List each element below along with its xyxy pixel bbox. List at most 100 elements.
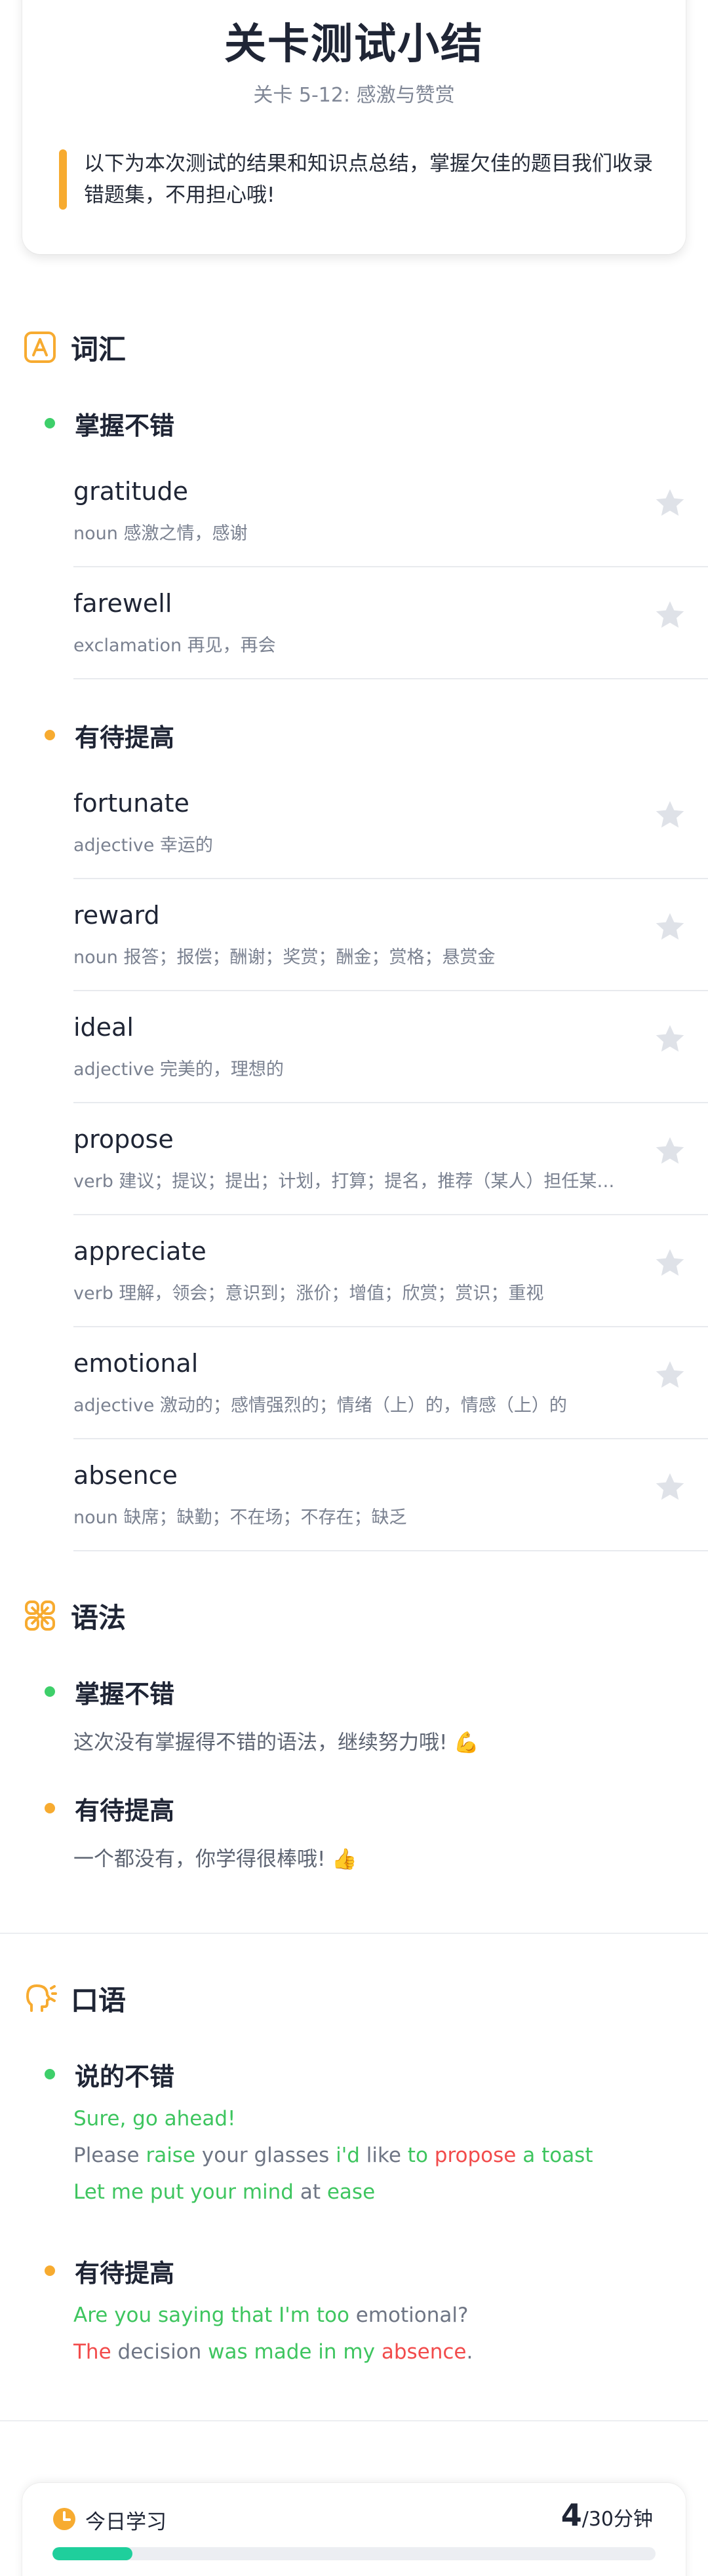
speaking-sentence: The decision was made in my absence. <box>73 2340 473 2364</box>
sentence-segment: at <box>300 2180 327 2204</box>
speaking-good-header: 说的不错 <box>45 2056 174 2093</box>
today-progress-fill <box>52 2547 133 2560</box>
vocab-definition: verb 理解，领会；意识到；涨价；增值；欣赏；赏识；重视 <box>73 1283 544 1304</box>
vocab-item[interactable]: emotional adjective 激动的；感情强烈的；情绪（上）的，情感（上… <box>73 1328 708 1439</box>
vocab-word: gratitude <box>73 477 188 506</box>
vocab-word: absence <box>73 1461 178 1490</box>
vocab-item[interactable]: reward noun 报答；报偿；酬谢；奖赏；酬金；赏格；悬赏金 <box>73 880 708 991</box>
sentence-segment: Please <box>73 2144 146 2167</box>
vocab-item[interactable]: gratitude noun 感激之情，感谢 <box>73 456 708 567</box>
vocab-item[interactable]: absence noun 缺席；缺勤；不在场；不存在；缺乏 <box>73 1440 708 1551</box>
speaking-section-header: 口语 <box>22 1979 126 2018</box>
sentence-segment: Are you saying that I'm too <box>73 2303 356 2327</box>
speaking-good-title: 说的不错 <box>75 2062 175 2091</box>
speaking-head-icon <box>22 1980 58 2016</box>
sentence-segment: The <box>73 2340 118 2364</box>
grammar-improve-text: 一个都没有，你学得很棒哦! 👍 <box>73 1847 357 1871</box>
speaking-section-title: 口语 <box>71 1984 127 2017</box>
sentence-segment: was made in my <box>208 2340 382 2364</box>
grammar-good-text: 这次没有掌握得不错的语法，继续努力哦! 💪 <box>73 1731 479 1754</box>
today-study-card[interactable]: 今日学习 4/30分钟 <box>22 2483 686 2576</box>
vocab-item[interactable]: appreciate verb 理解，领会；意识到；涨价；增值；欣赏；赏识；重视 <box>73 1216 708 1327</box>
sentence-segment: ease <box>326 2180 376 2204</box>
grammar-improve-title: 有待提高 <box>75 1796 175 1825</box>
star-icon[interactable] <box>653 798 687 832</box>
star-icon[interactable] <box>653 910 687 944</box>
vocab-word: fortunate <box>73 789 189 818</box>
sentence-segment: emotional? <box>355 2303 469 2327</box>
page-subtitle: 关卡 5-12: 感激与赞赏 <box>253 84 455 107</box>
intro-accent-bar <box>59 149 67 210</box>
grammar-improve-header: 有待提高 <box>45 1790 174 1827</box>
sentence-segment: Let me put your mind <box>73 2180 300 2204</box>
vocab-definition: adjective 完美的，理想的 <box>73 1059 284 1080</box>
vocab-word: emotional <box>73 1349 199 1378</box>
grammar-good-title: 掌握不错 <box>75 1679 175 1709</box>
sentence-segment: decision <box>117 2340 208 2364</box>
star-icon[interactable] <box>653 1470 687 1504</box>
star-icon[interactable] <box>653 1022 687 1056</box>
star-icon[interactable] <box>653 486 687 520</box>
vocab-section-title: 词汇 <box>71 333 127 366</box>
section-divider <box>0 1933 708 1934</box>
speaking-sentence: Please raise your glasses i'd like to pr… <box>73 2144 593 2167</box>
star-icon[interactable] <box>653 1246 687 1280</box>
vocab-definition: verb 建议；提议；提出；计划，打算；提名，推荐（某人）担任某职（或成为某组织… <box>73 1171 618 1192</box>
speaking-sentence: Sure, go ahead! <box>73 2107 236 2131</box>
vocab-word: appreciate <box>73 1237 206 1266</box>
star-icon[interactable] <box>653 1358 687 1392</box>
today-progress-track <box>52 2547 656 2560</box>
orange-dot-icon <box>45 730 55 740</box>
vocab-word: reward <box>73 901 160 930</box>
section-divider <box>0 2420 708 2421</box>
letter-a-icon <box>22 330 58 365</box>
sentence-segment: to <box>407 2144 435 2167</box>
vocab-item[interactable]: fortunate adjective 幸运的 <box>73 768 708 879</box>
vocab-definition: noun 缺席；缺勤；不在场；不存在；缺乏 <box>73 1507 407 1528</box>
vocab-good-title: 掌握不错 <box>75 411 175 440</box>
vocab-item[interactable]: farewell exclamation 再见，再会 <box>73 568 708 679</box>
vocab-definition: adjective 幸运的 <box>73 835 213 856</box>
orange-dot-icon <box>45 1803 55 1813</box>
speaking-sentence: Are you saying that I'm too emotional? <box>73 2303 468 2327</box>
speaking-sentence: Let me put your mind at ease <box>73 2180 375 2204</box>
vocab-definition: adjective 激动的；感情强烈的；情绪（上）的，情感（上）的 <box>73 1395 567 1416</box>
grammar-good-header: 掌握不错 <box>45 1673 174 1710</box>
intro-text: 以下为本次测试的结果和知识点总结，掌握欠佳的题目我们收录错题集，不用担心哦! <box>84 152 653 207</box>
star-icon[interactable] <box>653 1134 687 1168</box>
grammar-section-header: 语法 <box>22 1596 126 1635</box>
today-study-label-group: 今日学习 <box>52 2505 167 2535</box>
green-dot-icon <box>45 2069 55 2079</box>
sentence-segment: your glasses <box>201 2144 336 2167</box>
vocab-word: ideal <box>73 1013 134 1042</box>
vocab-improve-header: 有待提高 <box>45 717 174 753</box>
vocab-improve-title: 有待提高 <box>75 723 175 752</box>
vocab-definition: noun 报答；报偿；酬谢；奖赏；酬金；赏格；悬赏金 <box>73 947 496 968</box>
green-dot-icon <box>45 418 55 428</box>
vocab-section-header: 词汇 <box>22 328 126 367</box>
sentence-segment: a toast <box>522 2144 593 2167</box>
today-study-label: 今日学习 <box>85 2510 167 2534</box>
today-study-value: 4/30分钟 <box>561 2497 653 2533</box>
star-icon[interactable] <box>653 598 687 632</box>
today-study-minutes: 4 <box>560 2497 582 2533</box>
sentence-segment: absence <box>381 2340 467 2364</box>
sentence-segment: raise <box>146 2144 202 2167</box>
vocab-word: propose <box>73 1125 174 1154</box>
vocab-good-header: 掌握不错 <box>45 405 174 442</box>
sentence-segment: Sure, go ahead! <box>73 2107 236 2131</box>
vocab-definition: noun 感激之情，感谢 <box>73 523 248 544</box>
sentence-segment: like <box>366 2144 408 2167</box>
today-study-unit: /30分钟 <box>581 2508 653 2531</box>
vocab-item[interactable]: ideal adjective 完美的，理想的 <box>73 992 708 1103</box>
sentence-segment: i'd <box>336 2144 366 2167</box>
vocab-item[interactable]: propose verb 建议；提议；提出；计划，打算；提名，推荐（某人）担任某职… <box>73 1104 708 1215</box>
vocab-definition: exclamation 再见，再会 <box>73 635 276 656</box>
clock-icon <box>52 2507 76 2533</box>
speaking-improve-title: 有待提高 <box>75 2258 175 2288</box>
grammar-knot-icon <box>22 1598 58 1633</box>
speaking-improve-header: 有待提高 <box>45 2252 174 2289</box>
sentence-segment: propose <box>434 2144 523 2167</box>
orange-dot-icon <box>45 2265 55 2276</box>
summary-card: 关卡测试小结 关卡 5-12: 感激与赞赏 以下为本次测试的结果和知识点总结，掌… <box>22 0 686 254</box>
